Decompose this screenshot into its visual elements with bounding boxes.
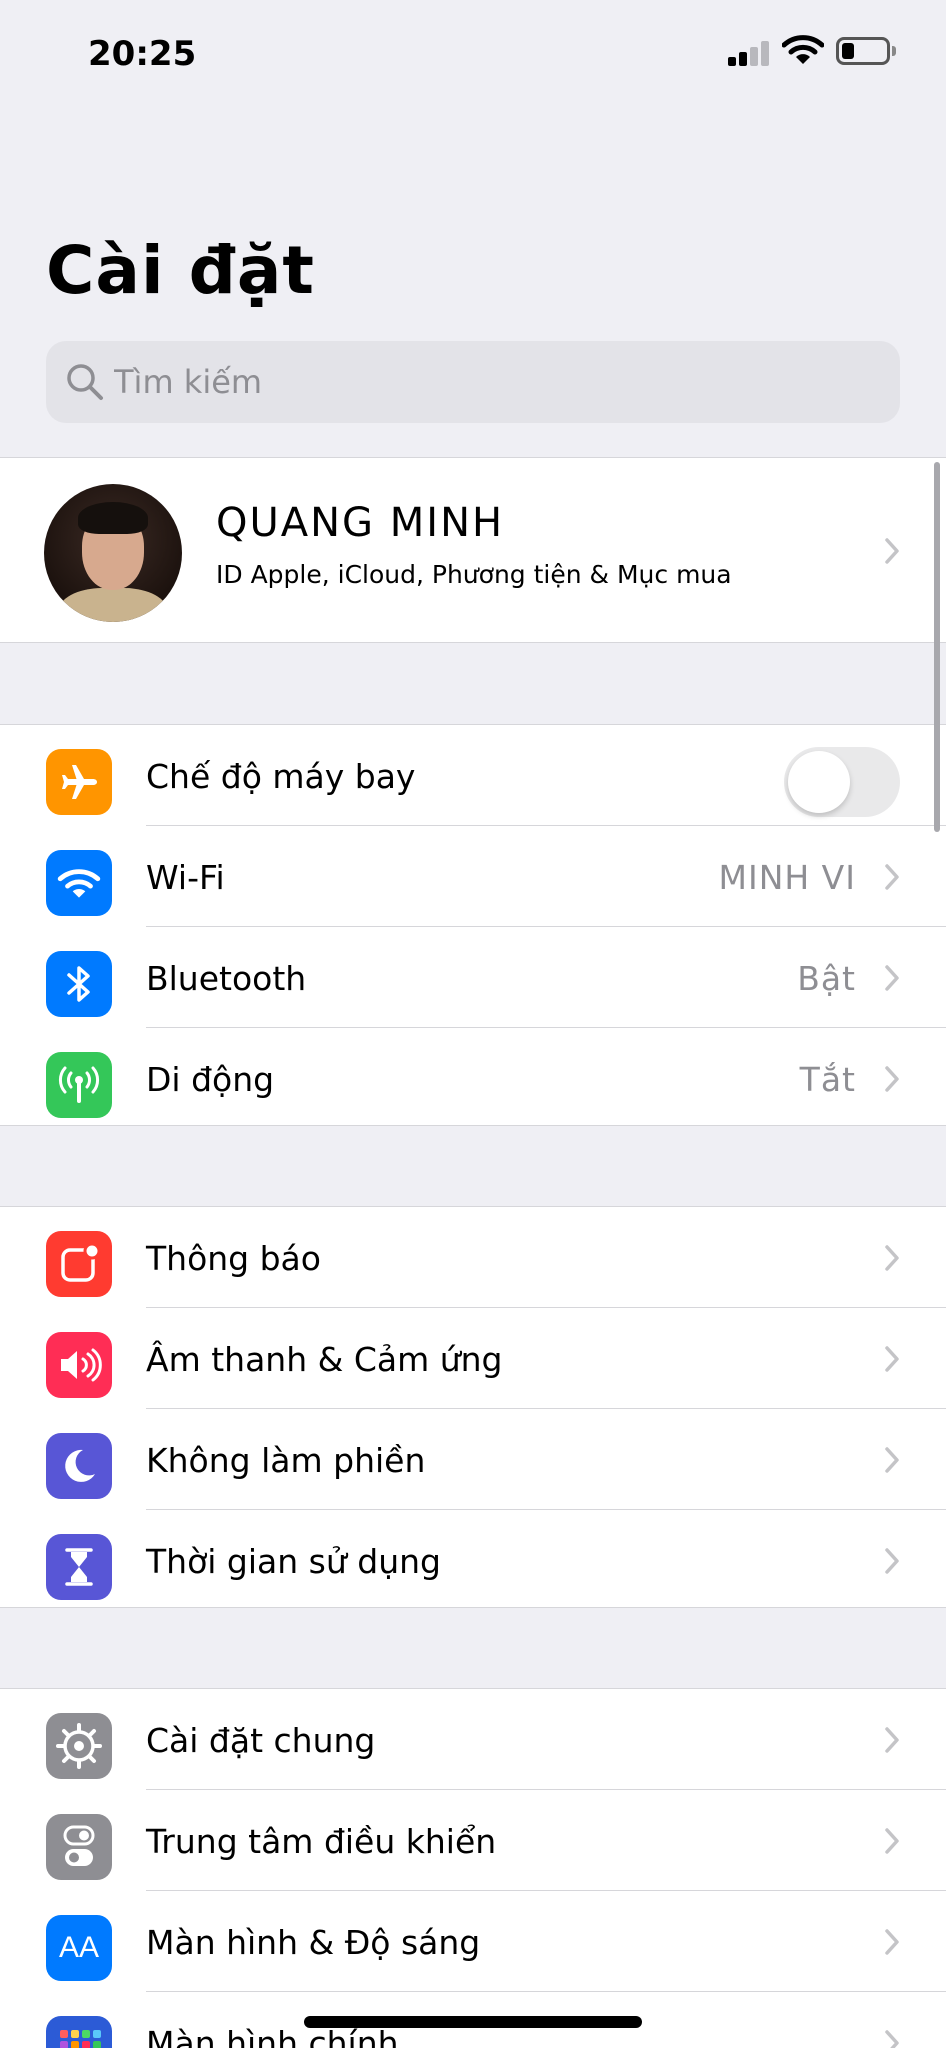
cellular-label: Di động — [146, 1060, 275, 1099]
row-bluetooth[interactable]: Bluetooth Bật — [0, 927, 946, 1028]
general-group: Cài đặt chung Trung tâm điều khiển AA Mà… — [0, 1688, 946, 2048]
scroll-indicator[interactable] — [934, 462, 940, 832]
wifi-icon — [46, 850, 112, 916]
home-screen-grid-icon — [46, 2016, 112, 2048]
search-bar[interactable] — [46, 341, 900, 423]
battery-icon — [836, 37, 896, 65]
chevron-right-icon — [885, 1245, 899, 1271]
row-do-not-disturb[interactable]: Không làm phiền — [0, 1409, 946, 1510]
notifications-icon — [46, 1231, 112, 1297]
chevron-right-icon — [885, 864, 899, 890]
row-airplane-mode[interactable]: Chế độ máy bay — [0, 725, 946, 826]
chevron-right-icon — [885, 1727, 899, 1753]
row-notifications[interactable]: Thông báo — [0, 1207, 946, 1308]
chevron-right-icon — [885, 1346, 899, 1372]
notifications-group: Thông báo Âm thanh & Cảm ứng Không làm p… — [0, 1206, 946, 1608]
chevron-right-icon — [885, 1447, 899, 1473]
notifications-label: Thông báo — [146, 1239, 321, 1278]
speaker-icon — [46, 1332, 112, 1398]
row-wifi[interactable]: Wi-Fi MINH VI — [0, 826, 946, 927]
moon-icon — [46, 1433, 112, 1499]
chevron-right-icon — [885, 1828, 899, 1854]
row-display-brightness[interactable]: AA Màn hình & Độ sáng — [0, 1891, 946, 1992]
cellular-status-value: Tắt — [799, 1060, 856, 1099]
chevron-right-icon — [885, 1066, 899, 1092]
avatar — [44, 484, 182, 622]
text-size-glyph: AA — [58, 1931, 100, 1964]
bluetooth-label: Bluetooth — [146, 959, 307, 998]
do-not-disturb-label: Không làm phiền — [146, 1441, 426, 1480]
gear-icon — [46, 1713, 112, 1779]
chevron-right-icon — [885, 1929, 899, 1955]
connectivity-group: Chế độ máy bay Wi-Fi MINH VI Bluetooth B… — [0, 724, 946, 1126]
general-label: Cài đặt chung — [146, 1721, 376, 1760]
airplane-icon — [46, 749, 112, 815]
profile-name: QUANG MINH — [216, 500, 505, 546]
chevron-right-icon — [885, 1548, 899, 1574]
hourglass-icon — [46, 1534, 112, 1600]
status-time: 20:25 — [88, 34, 197, 74]
display-brightness-label: Màn hình & Độ sáng — [146, 1923, 481, 1962]
chevron-right-icon — [885, 538, 899, 564]
chevron-right-icon — [885, 965, 899, 991]
toggles-icon — [46, 1814, 112, 1880]
bluetooth-icon — [46, 951, 112, 1017]
chevron-right-icon — [885, 2030, 899, 2048]
status-bar: 20:25 — [0, 0, 946, 100]
home-indicator[interactable] — [304, 2016, 642, 2028]
text-size-icon: AA — [46, 1915, 112, 1981]
screen-time-label: Thời gian sử dụng — [146, 1542, 441, 1581]
wifi-label: Wi-Fi — [146, 858, 225, 897]
bluetooth-status-value: Bật — [797, 959, 856, 998]
profile-subtitle: ID Apple, iCloud, Phương tiện & Mục mua — [216, 560, 732, 589]
row-general[interactable]: Cài đặt chung — [0, 1689, 946, 1790]
airplane-mode-toggle[interactable] — [784, 747, 900, 817]
row-sounds-haptics[interactable]: Âm thanh & Cảm ứng — [0, 1308, 946, 1409]
page-title: Cài đặt — [46, 232, 315, 309]
sounds-haptics-label: Âm thanh & Cảm ứng — [146, 1340, 503, 1379]
control-center-label: Trung tâm điều khiển — [146, 1822, 497, 1861]
airplane-mode-label: Chế độ máy bay — [146, 757, 416, 796]
apple-id-profile-row[interactable]: QUANG MINH ID Apple, iCloud, Phương tiện… — [0, 457, 946, 643]
wifi-status-icon — [782, 35, 824, 64]
cellular-signal-icon — [728, 40, 770, 66]
row-screen-time[interactable]: Thời gian sử dụng — [0, 1510, 946, 1611]
search-icon — [67, 364, 103, 400]
cellular-antenna-icon — [46, 1052, 112, 1118]
search-input[interactable] — [114, 353, 874, 411]
row-control-center[interactable]: Trung tâm điều khiển — [0, 1790, 946, 1891]
wifi-network-value: MINH VI — [718, 858, 856, 897]
row-cellular[interactable]: Di động Tắt — [0, 1028, 946, 1129]
